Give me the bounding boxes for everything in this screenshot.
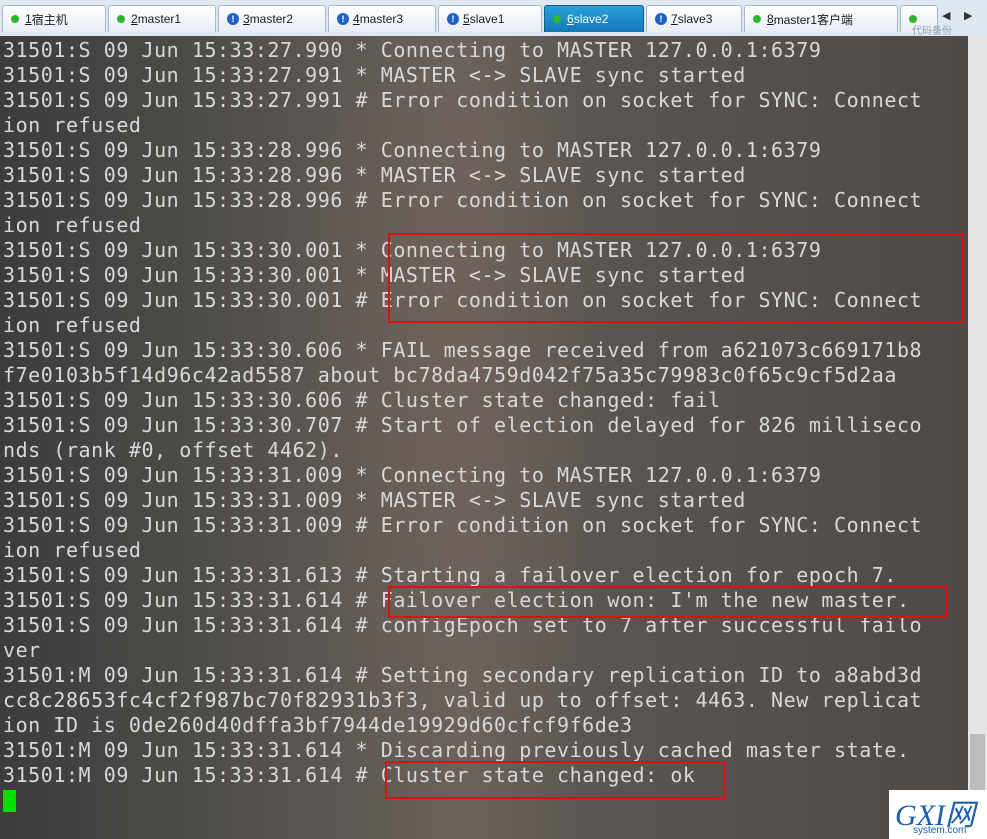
log-line: 31501:S 09 Jun 15:33:30.606 * FAIL messa… bbox=[3, 338, 923, 362]
vertical-scrollbar[interactable] bbox=[968, 36, 987, 839]
warning-icon: ! bbox=[337, 13, 349, 25]
log-line: nds (rank #0, offset 4462). bbox=[3, 438, 343, 462]
log-line: 31501:S 09 Jun 15:33:28.996 # Error cond… bbox=[3, 188, 923, 212]
warning-icon: ! bbox=[227, 13, 239, 25]
log-line: ion refused bbox=[3, 313, 142, 337]
highlight-box-reconnect bbox=[388, 233, 964, 323]
highlight-box-election-won bbox=[388, 586, 948, 618]
tab-master3[interactable]: ! 4 master3 bbox=[328, 5, 436, 32]
tab-master2[interactable]: ! 3 master2 bbox=[218, 5, 326, 32]
watermark-logo: GXI网 system.com bbox=[889, 790, 987, 839]
tab-number: 7 bbox=[671, 12, 678, 26]
session-status-icon bbox=[553, 15, 561, 23]
tab-scroll-right-icon[interactable]: ▶ bbox=[964, 9, 972, 22]
log-line: 31501:S 09 Jun 15:33:30.707 # Start of e… bbox=[3, 413, 923, 437]
tab-bar: 1 宿主机 2 master1 ! 3 master2 ! 4 master3 … bbox=[0, 0, 987, 37]
log-line: ion refused bbox=[3, 538, 142, 562]
tab-slave1[interactable]: ! 5 slave1 bbox=[438, 5, 542, 32]
log-line: 31501:M 09 Jun 15:33:31.614 * Discarding… bbox=[3, 738, 910, 762]
log-line: 31501:S 09 Jun 15:33:31.613 # Starting a… bbox=[3, 563, 897, 587]
log-line: 31501:S 09 Jun 15:33:30.606 # Cluster st… bbox=[3, 388, 721, 412]
tab-master1-client[interactable]: 8 master1客户端 bbox=[744, 5, 898, 32]
log-line: 31501:S 09 Jun 15:33:27.991 * MASTER <->… bbox=[3, 63, 746, 87]
tab-label: master1 bbox=[137, 12, 182, 26]
tab-slave3[interactable]: ! 7 slave3 bbox=[646, 5, 742, 32]
session-status-icon bbox=[11, 15, 19, 23]
tab-scroll-left-icon[interactable]: ◀ bbox=[942, 9, 950, 22]
tab-slave2[interactable]: 6 slave2 bbox=[544, 5, 644, 32]
tab-label: slave1 bbox=[469, 12, 505, 26]
log-line: ion refused bbox=[3, 213, 142, 237]
log-line: 31501:S 09 Jun 15:33:28.996 * Connecting… bbox=[3, 138, 822, 162]
session-status-icon bbox=[117, 15, 125, 23]
warning-icon: ! bbox=[655, 13, 667, 25]
watermark-subtext: system.com bbox=[913, 825, 967, 836]
warning-icon: ! bbox=[447, 13, 459, 25]
log-line: 31501:S 09 Jun 15:33:27.990 * Connecting… bbox=[3, 38, 822, 62]
log-line: 31501:S 09 Jun 15:33:31.009 * Connecting… bbox=[3, 463, 822, 487]
tab-number: 1 bbox=[25, 12, 32, 26]
tab-label: master2 bbox=[249, 12, 294, 26]
tab-label: slave2 bbox=[573, 12, 609, 26]
log-line: 31501:S 09 Jun 15:33:31.009 # Error cond… bbox=[3, 513, 923, 537]
log-line: 31501:S 09 Jun 15:33:31.009 * MASTER <->… bbox=[3, 488, 746, 512]
log-line: 31501:M 09 Jun 15:33:31.614 # Setting se… bbox=[3, 663, 923, 687]
log-line: f7e0103b5f14d96c42ad5587 about bc78da475… bbox=[3, 363, 897, 387]
tab-label: 宿主机 bbox=[31, 12, 68, 27]
terminal-output: 31501:S 09 Jun 15:33:27.990 * Connecting… bbox=[3, 38, 922, 788]
session-status-icon bbox=[753, 15, 761, 23]
log-line: 31501:S 09 Jun 15:33:28.996 * MASTER <->… bbox=[3, 163, 746, 187]
tab-label: slave3 bbox=[677, 12, 713, 26]
tab-number: 5 bbox=[463, 12, 470, 26]
tab-host[interactable]: 1 宿主机 bbox=[2, 5, 106, 32]
log-line: ver bbox=[3, 638, 41, 662]
log-line: ion refused bbox=[3, 113, 142, 137]
highlight-box-cluster-ok bbox=[385, 761, 725, 799]
tab-label: master3 bbox=[359, 12, 404, 26]
terminal-pane[interactable]: 31501:S 09 Jun 15:33:27.990 * Connecting… bbox=[0, 36, 968, 839]
log-line: cc8c28653fc4cf2f987bc70f82931b3f3, valid… bbox=[3, 688, 923, 712]
tab-number: 6 bbox=[567, 12, 574, 26]
tab-number: 2 bbox=[131, 12, 138, 26]
log-line: 31501:S 09 Jun 15:33:27.991 # Error cond… bbox=[3, 88, 923, 112]
tab-label: master1客户端 bbox=[773, 12, 854, 27]
tab-master1[interactable]: 2 master1 bbox=[108, 5, 216, 32]
terminal-cursor bbox=[3, 790, 16, 812]
top-brand-text: 代码备份 bbox=[912, 26, 952, 37]
tab-number: 3 bbox=[243, 12, 250, 26]
tab-number: 4 bbox=[353, 12, 360, 26]
tab-number: 8 bbox=[767, 12, 774, 26]
log-line: ion ID is 0de260d40dffa3bf7944de19929d60… bbox=[3, 713, 633, 737]
